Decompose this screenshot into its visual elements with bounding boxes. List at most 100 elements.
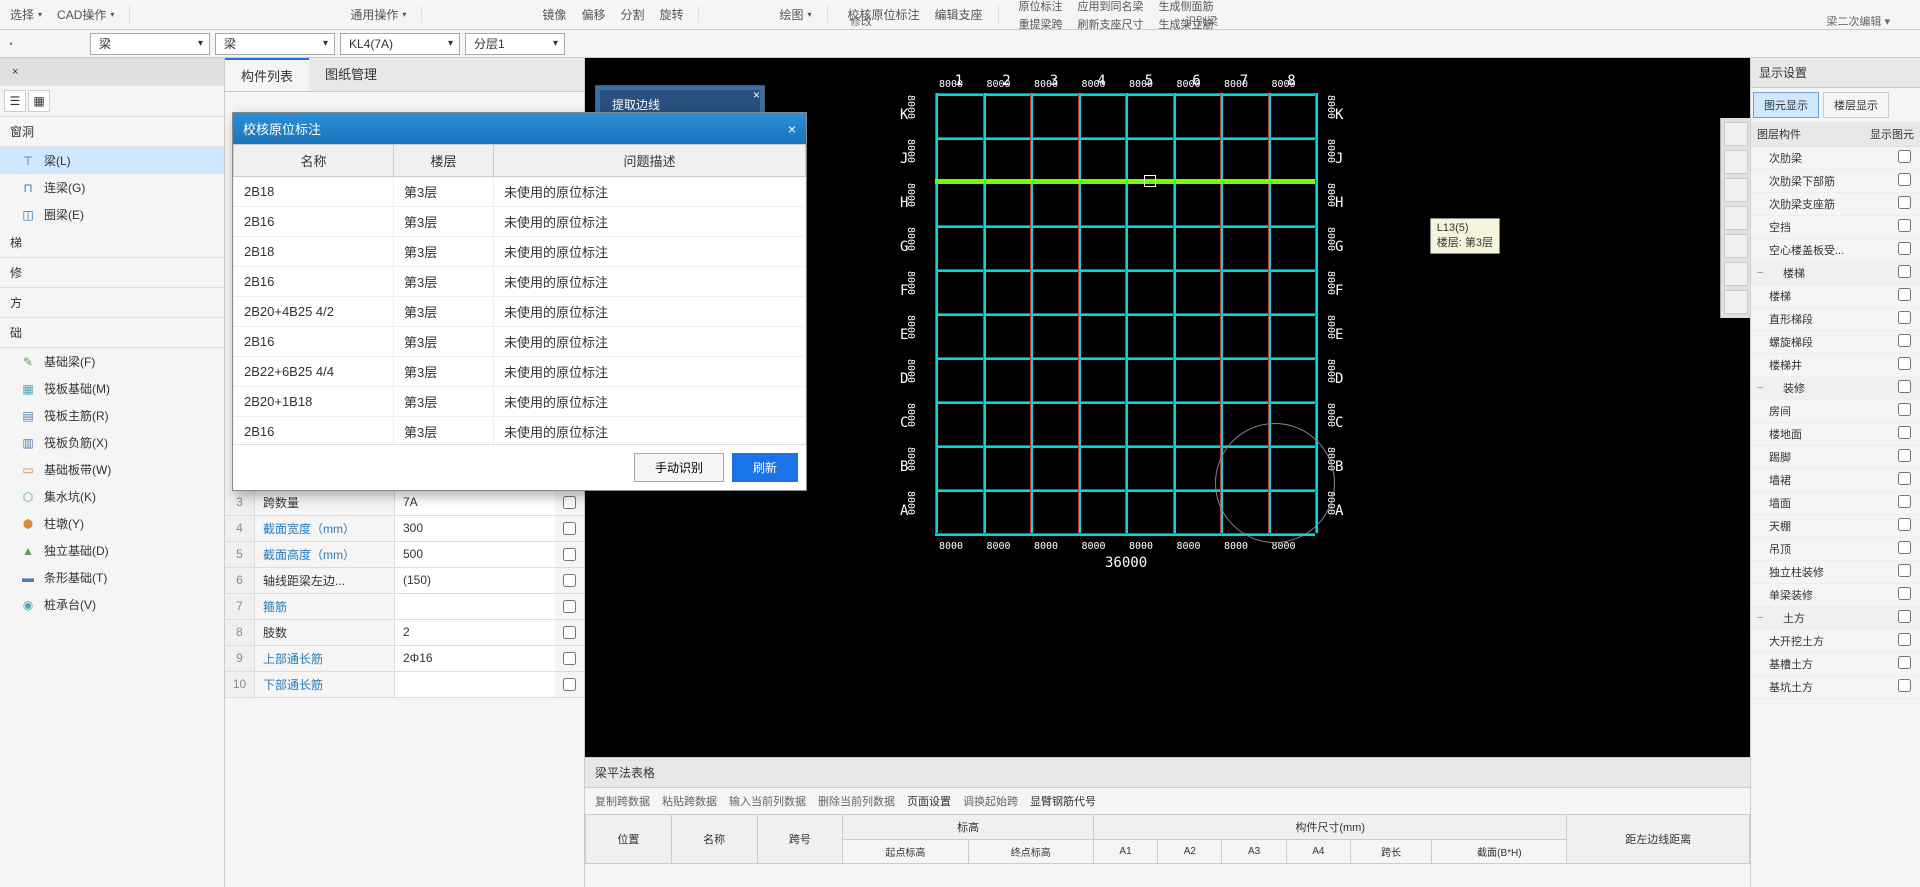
prop-value[interactable]: 500 [395,542,554,567]
layer-checkbox[interactable] [1898,587,1911,600]
layer-item[interactable]: 次肋梁支座筋 [1751,193,1920,216]
layer-checkbox[interactable] [1898,334,1911,347]
refresh-button[interactable]: 刷新 [732,453,798,482]
edit-support-btn[interactable]: 编辑支座 [935,6,983,23]
rotate-icon[interactable] [1724,206,1748,230]
table-header[interactable]: 名称 [671,815,757,864]
tree-item[interactable]: ▭基础板带(W) [0,456,224,483]
dialog-row[interactable]: 2B18第3层未使用的原位标注 [234,237,806,267]
dialog-header-cell[interactable]: 楼层 [394,145,494,177]
layer-checkbox[interactable] [1898,541,1911,554]
layer-item[interactable]: 房间 [1751,400,1920,423]
prop-checkbox[interactable] [563,678,576,691]
layer-checkbox[interactable] [1898,518,1911,531]
layer-checkbox[interactable] [1898,426,1911,439]
prop-value[interactable]: 2Φ16 [395,646,554,671]
property-row[interactable]: 7 箍筋 [225,594,584,620]
dialog-row[interactable]: 2B16第3层未使用的原位标注 [234,267,806,297]
layer-item[interactable]: 吊顶 [1751,538,1920,561]
dialog-row[interactable]: 2B18第3层未使用的原位标注 [234,177,806,207]
expand-icon[interactable]: − [1757,612,1771,624]
property-row[interactable]: 10 下部通长筋 [225,672,584,698]
tab-drawings[interactable]: 图纸管理 [309,58,393,91]
layer-checkbox[interactable] [1898,472,1911,485]
tree-item[interactable]: ⊤梁(L) [0,147,224,174]
cube-icon[interactable] [1724,178,1748,202]
grid-icon[interactable] [1724,290,1748,314]
dialog-header-cell[interactable]: 问题描述 [494,145,806,177]
table-header[interactable]: 位置 [586,815,672,864]
property-row[interactable]: 9 上部通长筋 2Φ16 [225,646,584,672]
common-menu[interactable]: 通用操作▾ [350,6,406,23]
layer-checkbox[interactable] [1898,357,1911,370]
dialog-header-cell[interactable]: 名称 [234,145,394,177]
expand-icon[interactable]: − [1757,382,1771,394]
globe-icon[interactable] [1724,122,1748,146]
layer-checkbox[interactable] [1898,311,1911,324]
layer-checkbox[interactable] [1898,150,1911,163]
layer-checkbox[interactable] [1898,495,1911,508]
tab-components[interactable]: 构件列表 [225,58,309,91]
bottom-tool-1[interactable]: 粘贴跨数据 [662,793,717,809]
layer-item[interactable]: 基槽土方 [1751,653,1920,676]
box-icon[interactable] [1724,262,1748,286]
layer-item[interactable]: 墙面 [1751,492,1920,515]
layer-checkbox[interactable] [1898,380,1911,393]
bottom-tool-3[interactable]: 删除当前列数据 [818,793,895,809]
prop-checkbox[interactable] [563,574,576,587]
prop-value[interactable]: 300 [395,516,554,541]
prop-value[interactable]: 2 [395,620,554,645]
prop-value[interactable] [395,594,554,619]
prop-checkbox[interactable] [563,548,576,561]
tree-item[interactable]: ⬢柱墩(Y) [0,510,224,537]
layer-checkbox[interactable] [1898,564,1911,577]
dialog-row[interactable]: 2B20+4B25 4/2第3层未使用的原位标注 [234,297,806,327]
dialog-row[interactable]: 2B22+6B25 4/4第3层未使用的原位标注 [234,357,806,387]
refresh-size-btn[interactable]: 刷新支座尺寸 [1078,16,1144,32]
bottom-tool-6[interactable]: 显臂钢筋代号 [1030,793,1096,809]
apply-same-btn[interactable]: 应用到同名梁 [1078,0,1144,14]
tab-floor-display[interactable]: 楼层显示 [1823,92,1889,118]
tree-item[interactable]: ✎基础梁(F) [0,348,224,375]
prop-checkbox[interactable] [563,522,576,535]
sidebar-close-icon[interactable]: × [4,62,26,82]
select-menu[interactable]: 选择▾ [10,6,42,23]
table-header[interactable]: 跨号 [757,815,843,864]
selector-layer[interactable]: 分层1 [465,33,565,55]
layer-item[interactable]: 空心楼盖板受... [1751,239,1920,262]
bottom-tool-5[interactable]: 调换起始跨 [963,793,1018,809]
list-view-icon[interactable]: ☰ [4,90,26,112]
bottom-tool-4[interactable]: 页面设置 [907,793,951,809]
selector-category[interactable]: 梁 [90,33,210,55]
layer-item[interactable]: 墙裙 [1751,469,1920,492]
prop-value[interactable]: 7A [395,490,554,515]
layer-checkbox[interactable] [1898,265,1911,278]
close-icon[interactable]: × [753,88,760,102]
layer-item[interactable]: 基坑土方 [1751,676,1920,699]
layer-checkbox[interactable] [1898,656,1911,669]
bottom-tool-0[interactable]: 复制跨数据 [595,793,650,809]
selected-beam[interactable] [935,179,1315,184]
rotate-btn[interactable]: 旋转 [659,6,683,23]
layer-item[interactable]: 独立柱装修 [1751,561,1920,584]
mirror-btn[interactable]: 镜像 [542,6,566,23]
property-row[interactable]: 4 截面宽度（mm） 300 [225,516,584,542]
layer-checkbox[interactable] [1898,679,1911,692]
tree-item[interactable]: ▥筏板负筋(X) [0,429,224,456]
table-header[interactable]: 距左边线距离 [1567,815,1750,864]
gen-side-btn[interactable]: 生成侧面筋 [1159,0,1214,14]
property-row[interactable]: 3 跨数量 7A [225,490,584,516]
dialog-row[interactable]: 2B16第3层未使用的原位标注 [234,417,806,445]
selector-member[interactable]: KL4(7A) [340,33,460,55]
layer-item[interactable]: 螺旋梯段 [1751,331,1920,354]
layer-checkbox[interactable] [1898,242,1911,255]
offset-btn[interactable]: 偏移 [581,6,605,23]
tree-item[interactable]: ⬡集水坑(K) [0,483,224,510]
dialog-row[interactable]: 2B16第3层未使用的原位标注 [234,207,806,237]
layer-group[interactable]: −土方 [1751,607,1920,630]
retarget-btn[interactable]: 重提梁跨 [1019,16,1063,32]
prop-checkbox[interactable] [563,626,576,639]
tab-element-display[interactable]: 图元显示 [1753,92,1819,118]
prior-btn[interactable]: 原位标注 [1019,0,1063,14]
tree-item[interactable]: ◫圈梁(E) [0,201,224,228]
